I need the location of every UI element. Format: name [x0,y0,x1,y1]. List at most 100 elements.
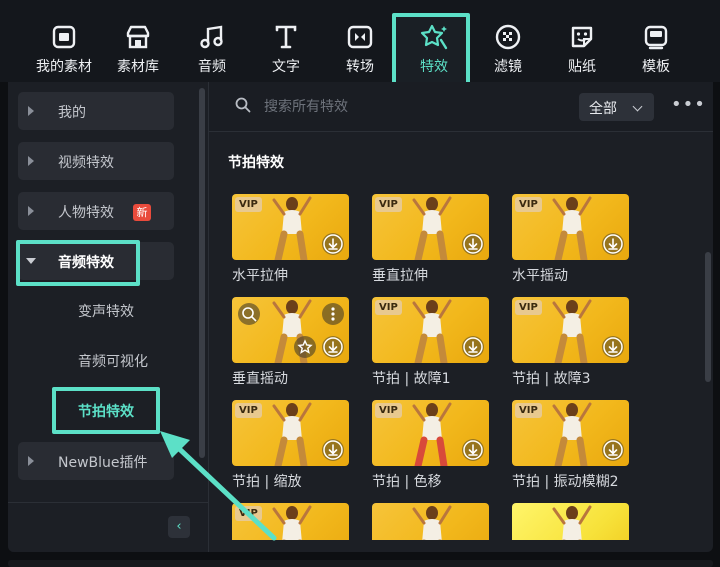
category-mine[interactable]: 我的 [18,92,174,130]
tool-filter[interactable]: 滤镜 [471,18,545,78]
tool-label: 素材库 [117,59,159,75]
sidebar-scrollbar[interactable] [199,88,205,458]
vip-badge: VIP [375,403,402,418]
category-sidebar: 我的 视频特效 人物特效 新 音频特效 变声特效 音频可视化 节拍特效 NewB… [8,82,208,552]
dancer-figure [552,196,592,260]
dancer-figure [412,196,452,260]
effect-thumbnail[interactable] [512,503,629,540]
filter-dropdown[interactable]: 全部 [579,93,654,121]
tool-label: 我的素材 [36,59,92,75]
effects-toolbar: 我的素材 素材库 音频 文字 转场 特效 滤镜 贴纸 模板 [0,0,720,86]
effect-card[interactable]: VIP 水平摇动 [512,194,629,285]
effect-card[interactable] [372,503,489,540]
dancer-figure [412,299,452,363]
more-options-icon[interactable]: ••• [671,94,706,115]
category-video-effects[interactable]: 视频特效 [18,142,174,180]
tool-audio[interactable]: 音频 [175,18,249,78]
tool-my-assets[interactable]: 我的素材 [27,18,101,78]
template-icon [641,22,671,52]
download-icon[interactable] [602,233,624,255]
category-label: 我的 [58,105,86,121]
effect-card[interactable]: 垂直摇动 [232,297,349,388]
panel-divider [208,82,209,552]
dancer-figure [412,505,452,540]
tool-label: 转场 [346,59,374,75]
effect-thumbnail[interactable]: VIP [232,194,349,260]
sparkle-star-icon [419,22,449,52]
favorite-star-icon[interactable] [294,336,316,358]
effect-card[interactable]: VIP 节拍 | 缩放 [232,400,349,491]
text-icon [271,22,301,52]
category-newblue-plugins[interactable]: NewBlue插件 [18,442,174,480]
effect-title: 水平摇动 [512,268,568,284]
chevron-right-icon [28,156,34,166]
effect-card[interactable]: VIP 节拍 | 故障3 [512,297,629,388]
section-title: 节拍特效 [228,155,284,171]
download-icon[interactable] [462,439,484,461]
subcategory-voice-changer[interactable]: 变声特效 [78,301,134,321]
preview-icon[interactable] [238,303,260,325]
effect-card[interactable]: VIP 垂直拉伸 [372,194,489,285]
effect-title: 节拍 | 故障3 [512,371,591,387]
vip-badge: VIP [515,197,542,212]
effect-card[interactable]: VIP 水平拉伸 [232,194,349,285]
download-icon[interactable] [602,336,624,358]
tool-effects[interactable]: 特效 [397,18,471,78]
effect-thumbnail[interactable]: VIP [372,297,489,363]
chevron-right-icon [28,206,34,216]
dancer-figure [272,505,312,540]
effect-thumbnail[interactable]: VIP [372,400,489,466]
more-options-icon[interactable] [322,303,344,325]
collapse-sidebar-button[interactable]: ‹ [168,516,190,538]
download-icon[interactable] [602,439,624,461]
category-label: NewBlue插件 [58,455,148,471]
effect-thumbnail[interactable] [372,503,489,540]
effect-title: 垂直摇动 [232,371,288,387]
effect-thumbnail[interactable]: VIP [232,503,349,540]
category-highlight-box [16,240,140,286]
effect-card[interactable]: VIP [232,503,349,540]
tool-label: 音频 [198,59,226,75]
search-bar: 全部 ••• [209,82,713,132]
dancer-figure [552,402,592,466]
filter-value: 全部 [589,101,617,117]
tool-transition[interactable]: 转场 [323,18,397,78]
tool-text[interactable]: 文字 [249,18,323,78]
tool-template[interactable]: 模板 [619,18,693,78]
effect-thumbnail[interactable]: VIP [512,400,629,466]
search-input[interactable] [264,96,564,118]
sticker-icon [567,22,597,52]
vip-badge: VIP [515,300,542,315]
effect-card[interactable] [512,503,629,540]
subcategory-audio-visualizer[interactable]: 音频可视化 [78,351,148,371]
tool-label: 特效 [420,59,448,75]
effect-title: 节拍 | 色移 [372,474,442,490]
effect-card[interactable]: VIP 节拍 | 故障1 [372,297,489,388]
tool-store[interactable]: 素材库 [101,18,175,78]
effect-card[interactable]: VIP 节拍 | 色移 [372,400,489,491]
download-icon[interactable] [322,336,344,358]
tool-sticker[interactable]: 贴纸 [545,18,619,78]
my-assets-icon [49,22,79,52]
effect-thumbnail[interactable]: VIP [512,297,629,363]
category-people-effects[interactable]: 人物特效 新 [18,192,174,230]
category-label: 人物特效 [58,205,114,221]
vip-badge: VIP [515,403,542,418]
transition-icon [345,22,375,52]
download-icon[interactable] [322,233,344,255]
effect-thumbnail[interactable]: VIP [232,400,349,466]
effect-title: 垂直拉伸 [372,268,428,284]
effect-thumbnail[interactable]: VIP [372,194,489,260]
download-icon[interactable] [322,439,344,461]
tool-label: 文字 [272,59,300,75]
sidebar-footer-divider [8,502,208,503]
effect-thumbnail[interactable]: VIP [512,194,629,260]
download-icon[interactable] [462,336,484,358]
vip-badge: VIP [375,197,402,212]
effect-card[interactable]: VIP 节拍 | 振动模糊2 [512,400,629,491]
effect-thumbnail[interactable] [232,297,349,363]
content-scrollbar[interactable] [705,252,711,382]
effect-title: 节拍 | 缩放 [232,474,302,490]
download-icon[interactable] [462,233,484,255]
chevron-down-icon [632,101,643,112]
